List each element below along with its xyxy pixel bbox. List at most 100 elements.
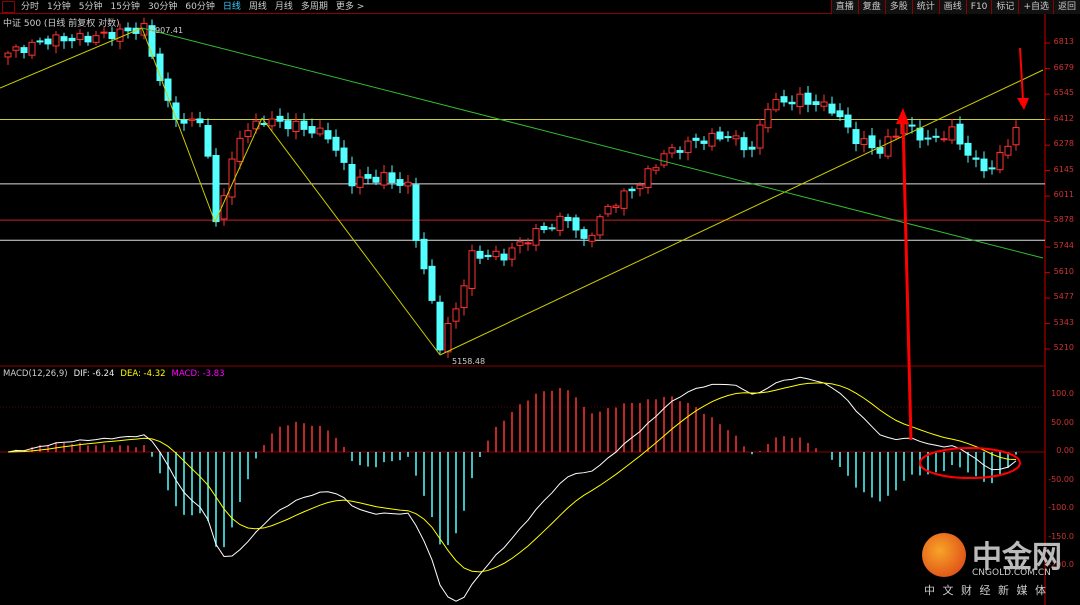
high-price-label: 6907.41	[150, 26, 183, 35]
candle-body	[188, 118, 196, 121]
watermark-domain: CNGOLD.COM.CN	[972, 568, 1051, 578]
dea-value: DEA: -4.32	[120, 369, 166, 379]
candle-body	[860, 138, 868, 145]
candle-body	[500, 253, 508, 261]
candle-body	[300, 120, 308, 130]
macd-legend: MACD(12,26,9) DIF: -6.24 DEA: -4.32 MACD…	[3, 369, 225, 379]
price-axis-label: 5210	[1053, 343, 1074, 352]
price-axis-label: 5744	[1053, 241, 1074, 251]
candle-body	[868, 135, 876, 149]
kline-chart[interactable]: 6907.41 5158.48	[0, 0, 1080, 605]
dif-line	[7, 376, 1017, 602]
candle-body	[284, 120, 292, 130]
candle-body	[340, 147, 348, 163]
candle-body	[980, 158, 988, 172]
candle-body	[564, 216, 572, 222]
price-axis-label: 6011	[1053, 190, 1074, 200]
candle-body	[476, 250, 484, 259]
price-axis-label: 6145	[1053, 164, 1074, 174]
candle-body	[444, 323, 452, 353]
candle-body	[396, 179, 404, 186]
macd-axis-label: 100.0	[1051, 389, 1074, 398]
price-axis-label: 6679	[1053, 62, 1074, 72]
candle-body	[1004, 145, 1012, 156]
candle-body	[852, 129, 860, 145]
candle-body	[676, 150, 684, 153]
candle-body	[460, 285, 468, 309]
trend-line	[141, 27, 216, 223]
candle-body	[788, 101, 796, 105]
candle-body	[932, 135, 940, 138]
price-axis-label: 6278	[1053, 139, 1074, 149]
candle-body	[740, 137, 748, 151]
candle-body	[1012, 127, 1020, 146]
candle-body	[804, 92, 812, 105]
candle-body	[588, 234, 596, 242]
price-axis-label: 6813	[1053, 37, 1074, 46]
dea-line	[7, 382, 1017, 573]
candle-body	[636, 184, 644, 190]
candle-body	[812, 101, 820, 106]
candle-body	[20, 47, 28, 54]
candle-body	[228, 158, 236, 198]
candle-body	[628, 188, 636, 192]
arrow-head	[1017, 98, 1029, 110]
candle-body	[428, 265, 436, 301]
candle-body	[76, 33, 84, 41]
candle-body	[12, 46, 20, 51]
candle-body	[508, 247, 516, 260]
macd-axis-label: -50.00	[1048, 474, 1074, 484]
candle-body	[940, 138, 948, 141]
candle-body	[996, 152, 1004, 171]
candle-body	[44, 38, 52, 45]
candle-body	[572, 217, 580, 231]
candle-body	[908, 124, 916, 127]
candle-body	[548, 227, 556, 230]
macd-axis-label: 0.00	[1056, 446, 1074, 455]
candle-body	[412, 184, 420, 242]
candle-body	[780, 96, 788, 103]
candle-body	[772, 99, 780, 111]
candle-body	[540, 225, 548, 231]
candle-body	[732, 135, 740, 140]
candle-body	[652, 167, 660, 171]
trend-line	[439, 69, 1044, 356]
candle-body	[700, 140, 708, 144]
candle-body	[748, 146, 756, 150]
candle-body	[276, 115, 284, 122]
candle-body	[692, 137, 700, 141]
candle-body	[116, 28, 124, 42]
candle-body	[836, 110, 844, 118]
annotation-arrow	[1019, 47, 1024, 101]
candle-body	[332, 136, 340, 151]
candle-body	[524, 242, 532, 245]
price-axis-label: 6545	[1053, 88, 1074, 98]
candle-body	[668, 147, 676, 154]
price-axis-label: 5878	[1053, 215, 1074, 225]
trend-line	[141, 27, 1044, 259]
candle-body	[556, 215, 564, 231]
annotation-arrow	[901, 121, 913, 441]
candle-body	[436, 301, 444, 351]
candle-body	[964, 142, 972, 156]
candle-body	[972, 157, 980, 160]
logo-icon	[922, 533, 966, 577]
cngold-watermark: 中金网 CNGOLD.COM.CN 中 文 财 经 新 媒 体	[920, 530, 1070, 605]
price-axis-label: 5343	[1053, 317, 1074, 327]
candle-body	[92, 35, 100, 43]
candle-body	[172, 102, 180, 120]
candle-body	[660, 153, 668, 166]
candle-body	[28, 41, 36, 56]
candle-body	[612, 205, 620, 208]
candle-body	[828, 103, 836, 114]
candle-body	[604, 205, 612, 215]
candle-body	[124, 27, 132, 32]
dif-value: DIF: -6.24	[73, 369, 115, 379]
candle-body	[620, 190, 628, 209]
candle-body	[60, 36, 68, 42]
candle-body	[484, 254, 492, 258]
candle-body	[924, 137, 932, 140]
candle-body	[52, 34, 60, 47]
candle-body	[716, 131, 724, 140]
trend-line	[214, 117, 263, 223]
